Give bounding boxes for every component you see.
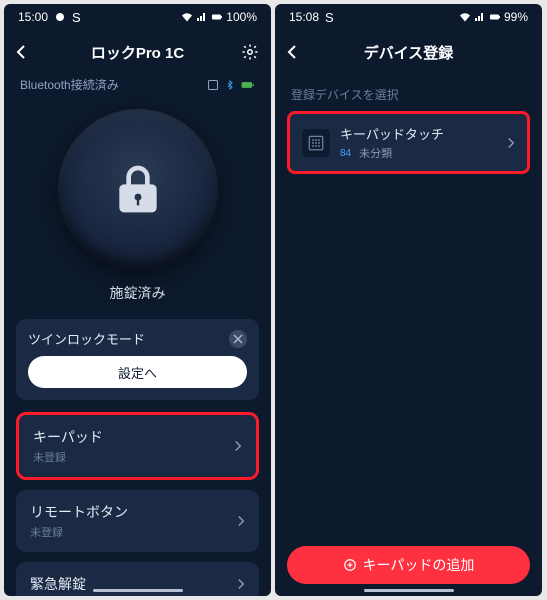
lock-icon	[110, 161, 166, 217]
home-indicator[interactable]	[93, 589, 183, 592]
keypad-title: キーパッド	[33, 427, 103, 447]
chevron-right-icon	[507, 137, 515, 149]
battery-percent: 100%	[226, 10, 257, 24]
chevron-right-icon	[237, 515, 245, 527]
wifi-icon	[459, 11, 471, 23]
lock-toggle-button[interactable]	[58, 109, 218, 269]
nfc-icon	[207, 79, 219, 91]
signal-icon	[196, 11, 208, 23]
settings-button[interactable]	[241, 43, 259, 61]
emergency-title: 緊急解錠	[30, 574, 86, 594]
chevron-right-icon	[237, 578, 245, 590]
battery-icon	[489, 11, 501, 23]
page-title: ロックPro 1C	[91, 42, 184, 63]
back-button[interactable]	[287, 44, 297, 60]
twin-lock-card: ツインロックモード 設定へ	[16, 319, 259, 400]
add-keypad-label: キーパッドの追加	[363, 555, 475, 575]
section-label: 登録デバイスを選択	[275, 74, 542, 111]
right-screen: 15:08 S 99% デバイス登録 登録デバイスを選択 キーパッドタッチ 84…	[275, 4, 542, 596]
remote-title: リモートボタン	[30, 502, 128, 522]
signal-icon	[474, 11, 486, 23]
lock-area: 施錠済み	[4, 101, 271, 319]
keypad-touch-item[interactable]: キーパッドタッチ 84 未分類	[287, 111, 530, 174]
status-time: 15:08	[289, 10, 319, 24]
wifi-icon	[181, 11, 193, 23]
sms-icon: S	[72, 10, 81, 25]
twin-lock-title: ツインロックモード	[28, 329, 145, 348]
device-title: キーパッドタッチ	[340, 124, 497, 143]
keypad-sub: 未登録	[33, 449, 103, 465]
keypad-item[interactable]: キーパッド 未登録	[16, 412, 259, 480]
twin-settings-button[interactable]: 設定へ	[28, 356, 247, 388]
chevron-right-icon	[234, 440, 242, 452]
header: デバイス登録	[275, 30, 542, 74]
keypad-device-icon	[302, 129, 330, 157]
device-sub-prefix: 84	[340, 148, 351, 159]
bluetooth-status-line: Bluetooth接続済み	[4, 74, 271, 101]
remote-sub: 未登録	[30, 524, 128, 540]
status-bar: 15:08 S 99%	[275, 4, 542, 30]
back-button[interactable]	[16, 44, 26, 60]
battery-icon	[211, 11, 223, 23]
plus-circle-icon	[343, 558, 357, 572]
remote-button-item[interactable]: リモートボタン 未登録	[16, 490, 259, 552]
battery-small-icon	[241, 80, 255, 90]
close-twin-button[interactable]	[229, 330, 247, 348]
header: ロックPro 1C	[4, 30, 271, 74]
home-indicator[interactable]	[364, 589, 454, 592]
device-sub: 未分類	[359, 145, 392, 161]
notification-icon	[54, 11, 66, 23]
lock-status-label: 施錠済み	[110, 283, 166, 303]
page-title: デバイス登録	[364, 42, 454, 63]
twin-settings-label: 設定へ	[118, 363, 157, 382]
sms-icon: S	[325, 10, 334, 25]
bluetooth-icon	[225, 79, 235, 91]
add-keypad-button[interactable]: キーパッドの追加	[287, 546, 530, 584]
status-bar: 15:00 S 100%	[4, 4, 271, 30]
status-time: 15:00	[18, 10, 48, 24]
left-screen: 15:00 S 100% ロックPro 1C Bluetooth接続済み	[4, 4, 271, 596]
battery-percent: 99%	[504, 10, 528, 24]
bluetooth-status: Bluetooth接続済み	[20, 76, 119, 93]
